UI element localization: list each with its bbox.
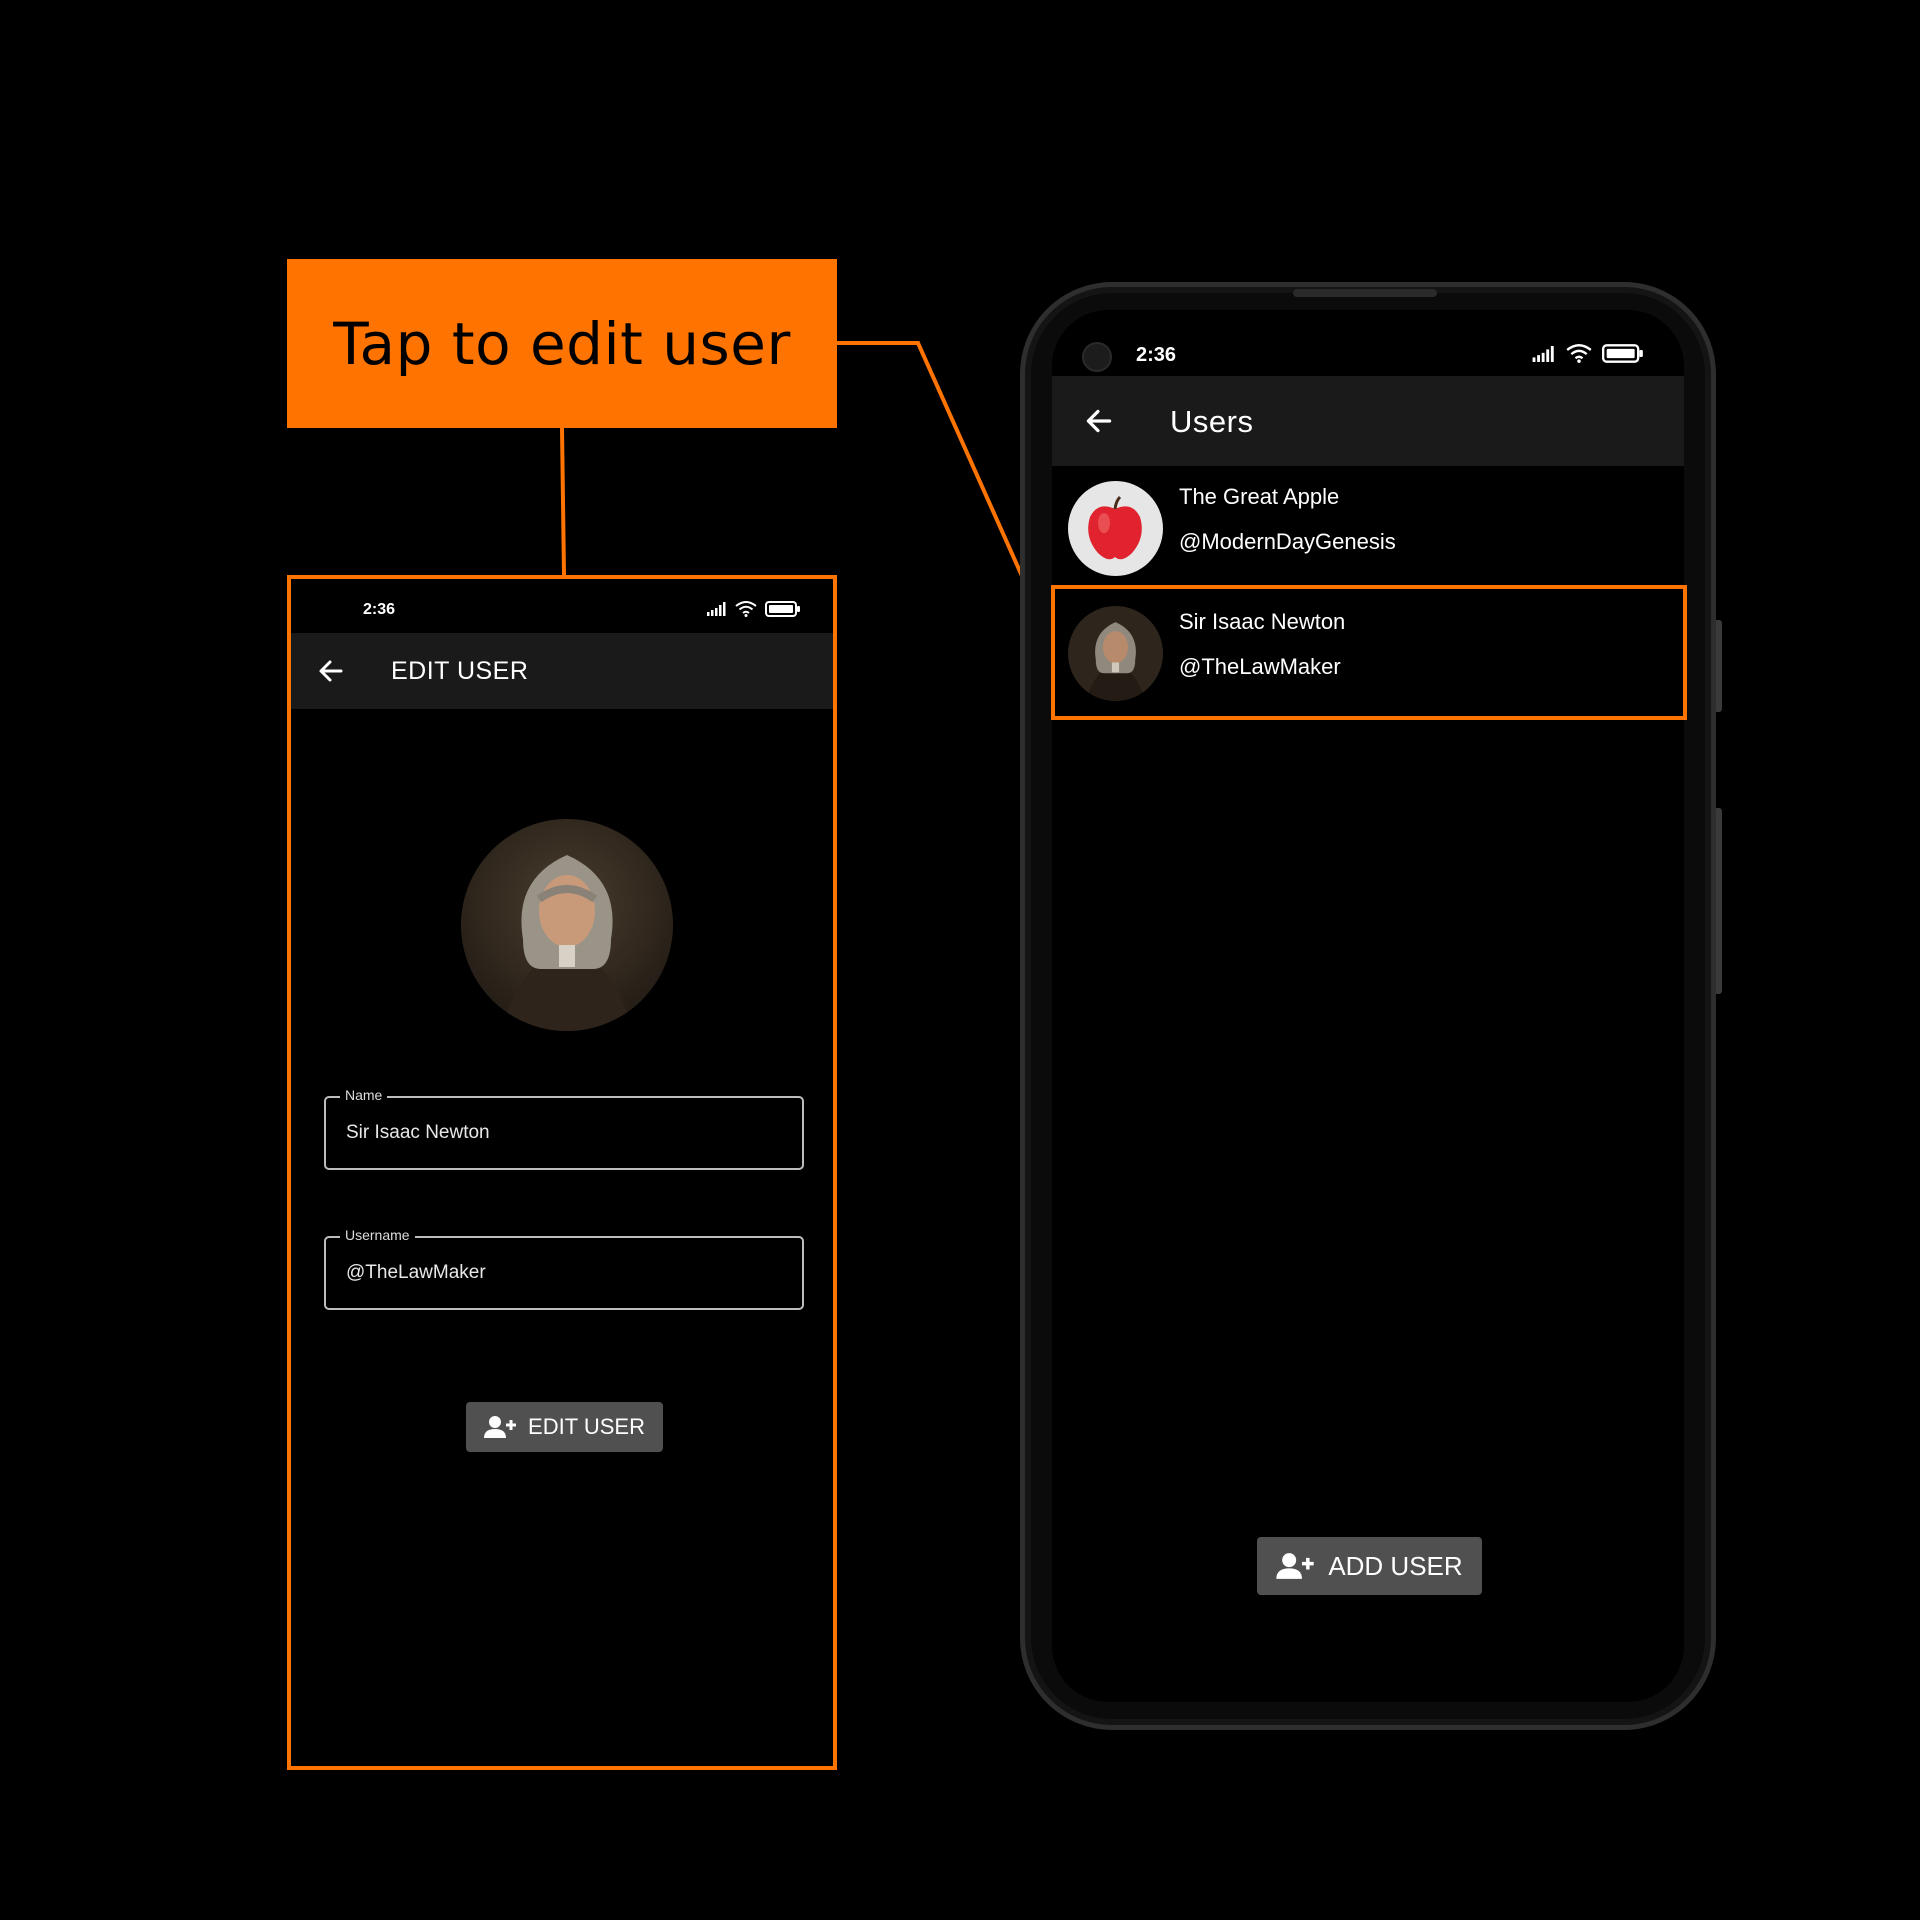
user-name: The Great Apple (1179, 484, 1340, 509)
list-item[interactable]: The Great Apple @ModernDayGenesis (1052, 466, 1684, 591)
status-time: 2:36 (1136, 344, 1177, 366)
callout-box: Tap to edit user (287, 259, 837, 428)
status-bar: 2:36 (291, 579, 833, 633)
username-field-value[interactable]: @TheLawMaker (346, 1262, 486, 1284)
front-camera (1082, 342, 1112, 372)
back-arrow-icon[interactable] (1082, 404, 1116, 438)
battery-icon (765, 601, 800, 617)
avatar (1068, 481, 1163, 576)
apple-avatar (1068, 481, 1163, 576)
add-user-button[interactable]: ADD USER (1257, 1537, 1482, 1595)
newton-portrait-avatar (461, 819, 673, 1031)
app-bar: Users (1052, 376, 1684, 466)
callout-text: Tap to edit user (333, 309, 791, 378)
edit-user-button-label: EDIT USER (528, 1414, 645, 1439)
username-field-label: Username (340, 1227, 415, 1243)
name-field[interactable]: Name Sir Isaac Newton (324, 1087, 804, 1170)
signal-icon (707, 602, 726, 616)
add-person-icon (1276, 1553, 1314, 1579)
page-title: Users (1170, 404, 1254, 439)
status-bar: 2:36 (1052, 310, 1684, 376)
status-time: 2:36 (363, 601, 396, 618)
user-handle: @ModernDayGenesis (1179, 529, 1396, 554)
signal-icon (1532, 345, 1554, 362)
phone-speaker (1293, 289, 1437, 297)
app-bar: EDIT USER (291, 633, 833, 709)
page-title: EDIT USER (391, 657, 529, 685)
wifi-icon (1566, 344, 1592, 363)
edit-user-screen: 2:36 EDIT USER Name Sir Isaac Newton Use… (287, 575, 837, 1770)
users-screen: 2:36 Users The Great Apple @ModernDayGen… (1052, 310, 1684, 1702)
add-user-button-label: ADD USER (1328, 1550, 1463, 1581)
edit-user-button[interactable]: EDIT USER (466, 1402, 663, 1452)
battery-icon (1602, 344, 1643, 363)
wifi-icon (735, 601, 757, 617)
profile-avatar[interactable] (461, 819, 673, 1031)
name-field-value[interactable]: Sir Isaac Newton (346, 1122, 490, 1144)
back-arrow-icon[interactable] (315, 655, 347, 687)
add-person-icon (484, 1416, 517, 1438)
selected-row-highlight (1051, 585, 1687, 720)
name-field-label: Name (340, 1087, 388, 1103)
username-field[interactable]: Username @TheLawMaker (324, 1227, 804, 1310)
